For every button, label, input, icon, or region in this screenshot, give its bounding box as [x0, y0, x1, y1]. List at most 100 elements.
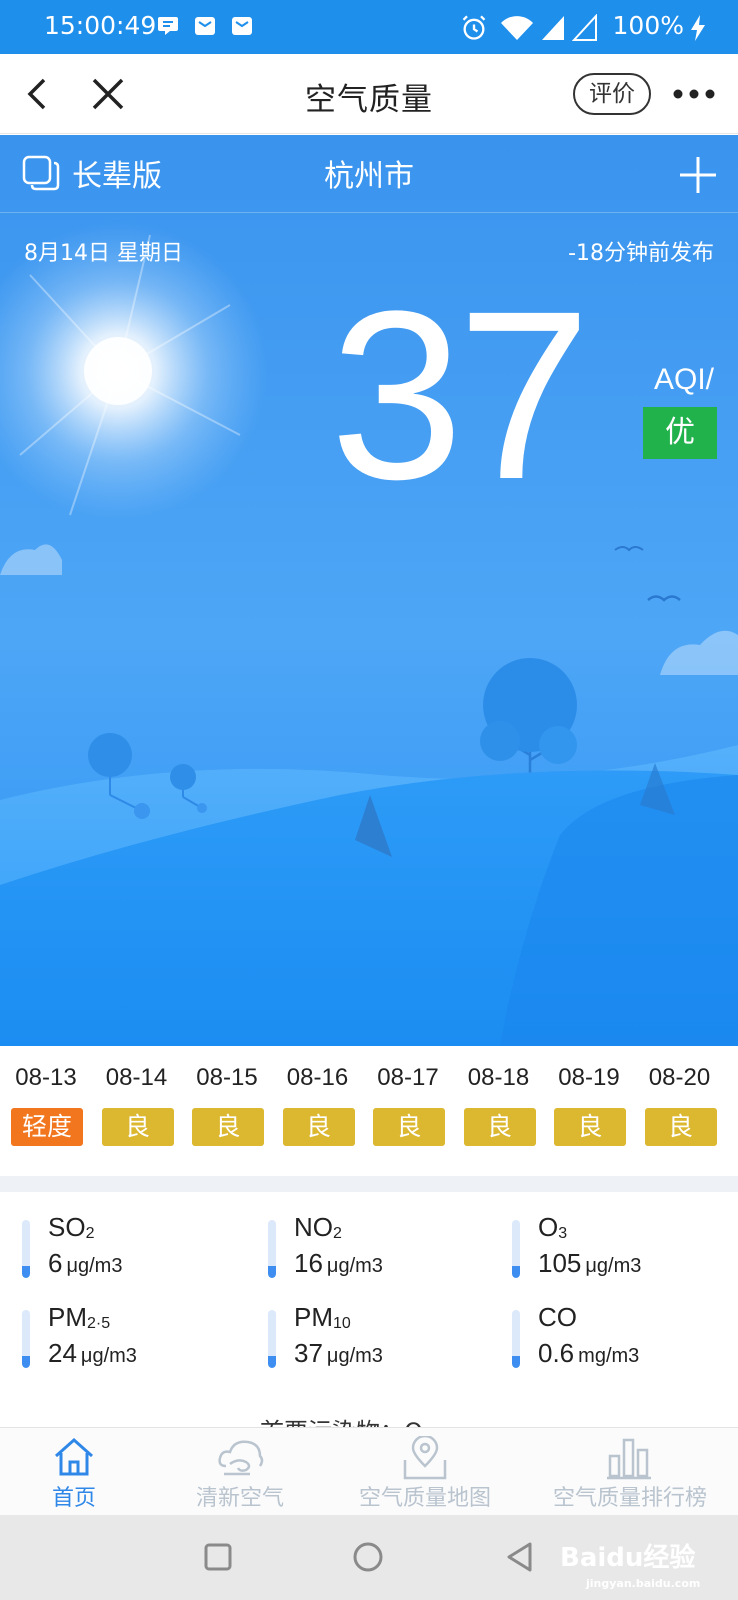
- tab-label: 空气质量地图: [358, 1486, 491, 1511]
- pollutant-name-subscript: 2: [85, 1225, 95, 1242]
- forecast-level-badge: 良: [644, 1108, 717, 1146]
- forecast-date: 08-19: [558, 1064, 620, 1091]
- pollutant-unit: mg/m3: [578, 1345, 640, 1367]
- title-bar: 空气质量 评价: [0, 54, 738, 134]
- forecast-level-badge: 良: [101, 1108, 174, 1146]
- tab-ranking[interactable]: 空气质量排行榜: [540, 1428, 720, 1516]
- cloud-wind-icon: [218, 1440, 264, 1476]
- pollutant-gauge: [22, 1310, 30, 1368]
- watermark-text: Baidu经验: [560, 1543, 696, 1573]
- forecast-level-badge: 良: [463, 1108, 536, 1146]
- pollutant-name: PM10: [294, 1302, 351, 1333]
- signal-icon: [542, 16, 564, 40]
- forecast-strip: 08-13 轻度 08-14 良 08-15 良 08-16 良 08-17 良 08-18 良 08-…: [0, 1046, 738, 1176]
- pollutant-gauge-fill: [512, 1266, 520, 1278]
- forecast-day[interactable]: 08-18 良: [453, 1046, 545, 1176]
- forecast-level-badge: 良: [192, 1108, 264, 1146]
- pollutant-gauge-fill: [268, 1266, 276, 1278]
- watermark: Baidu经验 jingyan.baidu.com: [560, 1537, 720, 1590]
- forecast-date: 08-14: [105, 1064, 168, 1091]
- chat-notification-icon: [158, 17, 178, 35]
- pollutant-name: PM2·5: [48, 1302, 110, 1333]
- tab-label: 空气质量排行榜: [552, 1486, 707, 1511]
- pollutant-value-number: 105: [538, 1248, 582, 1278]
- pollutant-gauge: [268, 1310, 276, 1368]
- more-icon[interactable]: [670, 80, 718, 108]
- charging-icon: [691, 15, 705, 41]
- pollutant-name-main: SO: [48, 1212, 86, 1242]
- pollutant-unit: μg/m3: [326, 1345, 383, 1367]
- pollutant-name-subscript: 2: [333, 1225, 342, 1242]
- forecast-level-badge: 良: [282, 1108, 355, 1146]
- pollutant-name-main: O: [538, 1212, 559, 1242]
- pollutant-item[interactable]: SO2 6 μg/m3: [22, 1206, 252, 1286]
- pollutant-value: 0.6 mg/m3: [538, 1338, 639, 1369]
- forecast-day[interactable]: 08-14 良: [91, 1046, 183, 1176]
- pollutant-value-number: 6: [48, 1248, 63, 1278]
- pollutant-name: O3: [538, 1212, 567, 1243]
- map-pin-icon: [403, 1436, 447, 1480]
- back-icon[interactable]: [20, 74, 60, 114]
- pollutant-grid: SO2 6 μg/m3 NO2 16 μg/m3 O3 105 μg/m3 PM2·5 24 μg/m…: [0, 1192, 738, 1427]
- mail-notification-icon: [232, 17, 252, 35]
- pollutant-item[interactable]: PM10 37 μg/m3: [268, 1296, 498, 1376]
- pollutant-name-subscript: 10: [333, 1315, 351, 1332]
- alarm-icon: [462, 15, 486, 40]
- pollutant-name-main: PM: [48, 1302, 87, 1332]
- tab-air-map[interactable]: 空气质量地图: [345, 1428, 505, 1516]
- forecast-day[interactable]: 08-13 轻度: [0, 1046, 92, 1176]
- system-nav-bar: Baidu经验 jingyan.baidu.com: [0, 1515, 738, 1600]
- rate-button[interactable]: 评价: [573, 73, 651, 115]
- pollutant-gauge: [512, 1220, 520, 1278]
- forecast-day[interactable]: 08-20 良: [634, 1046, 726, 1176]
- pollutant-item[interactable]: PM2·5 24 μg/m3: [22, 1296, 252, 1376]
- pollutant-gauge-fill: [268, 1356, 276, 1368]
- forecast-date: 08-16: [286, 1064, 349, 1091]
- divider: [0, 1176, 738, 1192]
- pollutant-unit: μg/m3: [80, 1345, 137, 1367]
- add-city-icon[interactable]: [676, 153, 720, 197]
- forecast-level-badge: 轻度: [11, 1108, 83, 1146]
- home-nav-icon[interactable]: [348, 1537, 388, 1577]
- pollutant-value: 16 μg/m3: [294, 1248, 383, 1279]
- date-text: 8月14日 星期日: [24, 241, 183, 266]
- pollutant-name-main: CO: [538, 1302, 577, 1332]
- home-icon: [55, 1437, 93, 1476]
- tab-label: 清新空气: [195, 1486, 284, 1511]
- status-time: 15:00:49: [44, 11, 157, 40]
- battery-percent: 100%: [612, 11, 684, 40]
- forecast-date: 08-17: [377, 1064, 439, 1091]
- pollutant-item[interactable]: NO2 16 μg/m3: [268, 1206, 498, 1286]
- pollutant-item[interactable]: O3 105 μg/m3: [512, 1206, 738, 1286]
- elder-mode-label: 长辈版: [72, 159, 162, 194]
- pollutant-value: 24 μg/m3: [48, 1338, 137, 1369]
- mail-notification-icon: [195, 17, 215, 35]
- pollutant-value-number: 0.6: [538, 1338, 575, 1368]
- forecast-day[interactable]: 08-16 良: [272, 1046, 364, 1176]
- forecast-day[interactable]: 08-19 良: [543, 1046, 635, 1176]
- tab-home[interactable]: 首页: [0, 1428, 148, 1516]
- forecast-day[interactable]: 08-17 良: [362, 1046, 454, 1176]
- aqi-level-badge: 优: [643, 407, 717, 459]
- recents-icon[interactable]: [198, 1537, 238, 1577]
- pollutant-value: 6 μg/m3: [48, 1248, 122, 1279]
- pollutant-item[interactable]: CO 0.6 mg/m3: [512, 1296, 738, 1376]
- close-icon[interactable]: [88, 74, 128, 114]
- aqi-value: 37: [330, 261, 591, 529]
- pollutant-unit: μg/m3: [66, 1255, 123, 1277]
- forecast-date: 08-20: [648, 1064, 711, 1091]
- status-bar: 15:00:49 100%: [0, 0, 738, 54]
- city-header: 长辈版 杭州市: [0, 135, 738, 213]
- forecast-date: 08-15: [196, 1064, 258, 1091]
- wifi-icon: [501, 16, 533, 40]
- pollutant-gauge: [512, 1310, 520, 1368]
- pollutant-gauge: [268, 1220, 276, 1278]
- forecast-level-badge: 良: [554, 1108, 626, 1146]
- bottom-tab-bar: 首页 清新空气 空气质量地图 空气质量排行榜: [0, 1427, 738, 1515]
- pollutant-name: NO2: [294, 1212, 342, 1243]
- elder-mode-button[interactable]: 长辈版: [22, 151, 162, 195]
- tab-fresh-air[interactable]: 清新空气: [170, 1428, 310, 1516]
- forecast-day[interactable]: 08-15 良: [181, 1046, 273, 1176]
- pollutant-name: CO: [538, 1302, 577, 1333]
- back-nav-icon[interactable]: [500, 1537, 540, 1577]
